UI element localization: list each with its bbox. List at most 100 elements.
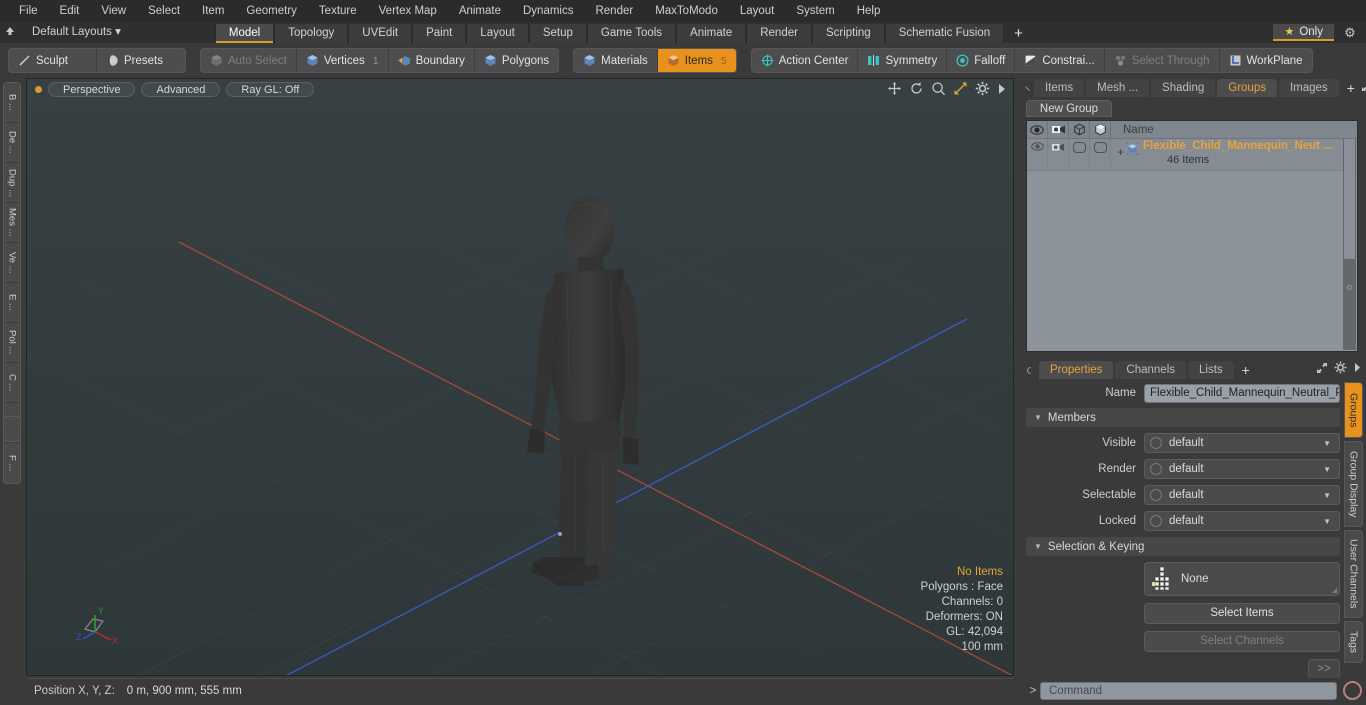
left-tab-extra-box[interactable]	[3, 416, 21, 442]
popout-icon[interactable]	[1361, 80, 1366, 95]
add-properties-tab-button[interactable]: +	[1236, 361, 1256, 379]
visible-knob-icon[interactable]	[1150, 437, 1162, 449]
tab-groups[interactable]: Groups	[1217, 79, 1277, 97]
select-through-button[interactable]: Select Through	[1105, 49, 1220, 72]
groups-table-scrollbar[interactable]	[1343, 139, 1356, 350]
group-row-content[interactable]: + Flexible_Child_Mannequin_Neut ... 46 I…	[1111, 139, 1357, 170]
tab-properties[interactable]: Properties	[1039, 361, 1114, 379]
table-row[interactable]: + Flexible_Child_Mannequin_Neut ... 46 I…	[1027, 139, 1357, 171]
command-input[interactable]: Command	[1040, 681, 1337, 700]
viewport-raygl-button[interactable]: Ray GL: Off	[226, 82, 315, 97]
selection-keying-section-header[interactable]: ▼ Selection & Keying	[1026, 537, 1340, 556]
expand-toggle[interactable]: +	[1117, 146, 1124, 158]
render-knob-icon[interactable]	[1150, 463, 1162, 475]
workplane-button[interactable]: WorkPlane	[1220, 49, 1312, 72]
tab-game-tools[interactable]: Game Tools	[586, 24, 677, 43]
row-visible-eye-icon[interactable]	[1027, 139, 1048, 170]
viewport-menu-dot-icon[interactable]	[35, 86, 42, 93]
menu-item-texture[interactable]: Texture	[308, 0, 368, 22]
render-camera-icon[interactable]	[1048, 121, 1069, 138]
auto-select-button[interactable]: Auto Select	[201, 49, 297, 72]
tab-items[interactable]: Items	[1034, 79, 1085, 97]
row-shaded-toggle[interactable]	[1090, 139, 1111, 170]
tab-topology[interactable]: Topology	[274, 24, 349, 43]
selectable-knob-icon[interactable]	[1150, 489, 1162, 501]
items-button[interactable]: Items 5	[657, 49, 736, 72]
shaded-cube-icon[interactable]	[1090, 121, 1111, 138]
render-dropdown[interactable]: default ▼	[1144, 459, 1340, 479]
menu-item-system[interactable]: System	[785, 0, 845, 22]
menu-item-help[interactable]: Help	[846, 0, 892, 22]
menu-item-animate[interactable]: Animate	[448, 0, 512, 22]
only-toggle-button[interactable]: ★ Only	[1273, 24, 1334, 41]
new-group-button[interactable]: New Group	[1026, 100, 1112, 117]
chevron-right-icon[interactable]	[997, 82, 1007, 99]
side-tab-group-display[interactable]: Group Display	[1344, 441, 1363, 527]
add-panel-tab-button[interactable]: +	[1341, 79, 1361, 97]
tab-animate[interactable]: Animate	[676, 24, 747, 43]
record-icon[interactable]	[1343, 681, 1362, 700]
tab-channels[interactable]: Channels	[1115, 361, 1187, 379]
tab-schematic-fusion[interactable]: Schematic Fusion	[884, 24, 1005, 43]
select-channels-button[interactable]: Select Channels	[1144, 630, 1340, 652]
scrollbar-resize-dot[interactable]	[1347, 285, 1352, 290]
left-tab-curve[interactable]: C ...	[4, 363, 20, 403]
fit-icon[interactable]	[953, 81, 968, 99]
viewport-view-mode-button[interactable]: Perspective	[48, 82, 136, 97]
tab-uvedit[interactable]: UVEdit	[348, 24, 413, 43]
default-layouts-dropdown[interactable]: Default Layouts ▾	[24, 23, 129, 42]
side-tab-groups[interactable]: Groups	[1344, 382, 1363, 438]
scrollbar-thumb[interactable]	[1344, 139, 1355, 259]
menu-item-vertex-map[interactable]: Vertex Map	[368, 0, 448, 22]
name-field[interactable]: Flexible_Child_Mannequin_Neutral_Po	[1144, 383, 1340, 403]
left-tab-fusion[interactable]: F ...	[4, 443, 20, 483]
tab-layout[interactable]: Layout	[466, 24, 529, 43]
gear-icon[interactable]: ⚙	[1338, 25, 1362, 41]
select-items-button[interactable]: Select Items	[1144, 602, 1340, 624]
menu-item-maxtomodo[interactable]: MaxToModo	[644, 0, 729, 22]
left-tab-edge[interactable]: E ...	[4, 283, 20, 323]
popout-icon[interactable]	[1316, 362, 1328, 377]
rotate-icon[interactable]	[909, 81, 924, 99]
tab-shading[interactable]: Shading	[1151, 79, 1216, 97]
action-center-button[interactable]: Action Center	[752, 49, 859, 72]
panel-menu-icon[interactable]	[1025, 365, 1036, 376]
visible-eye-icon[interactable]	[1027, 121, 1048, 138]
menu-item-edit[interactable]: Edit	[49, 0, 91, 22]
menu-item-layout[interactable]: Layout	[729, 0, 786, 22]
left-tab-polygon[interactable]: Pol ...	[4, 323, 20, 363]
constraint-button[interactable]: Constrai...	[1015, 49, 1105, 72]
side-tab-user-channels[interactable]: User Channels	[1344, 530, 1363, 618]
tab-render[interactable]: Render	[746, 24, 812, 43]
groups-table[interactable]: Name + Flexible_Child_Mannequin_Neut ...…	[1026, 120, 1358, 352]
panel-menu-icon[interactable]	[1024, 85, 1032, 92]
tab-model[interactable]: Model	[214, 24, 275, 43]
resize-corner-icon[interactable]	[1332, 588, 1337, 593]
locked-knob-icon[interactable]	[1150, 515, 1162, 527]
menu-item-dynamics[interactable]: Dynamics	[512, 0, 584, 22]
menu-item-file[interactable]: File	[8, 0, 49, 22]
polygons-button[interactable]: Polygons	[475, 49, 558, 72]
tab-paint[interactable]: Paint	[412, 24, 467, 43]
chevron-right-icon[interactable]	[1353, 362, 1361, 376]
menu-item-select[interactable]: Select	[137, 0, 191, 22]
row-render-camera-icon[interactable]	[1048, 139, 1069, 170]
add-tab-button[interactable]: +	[1004, 24, 1033, 43]
left-tab-mesh[interactable]: Mes ...	[4, 203, 20, 243]
gear-icon[interactable]	[975, 81, 990, 99]
menu-item-view[interactable]: View	[90, 0, 137, 22]
more-options-button[interactable]: >>	[1308, 658, 1340, 680]
menu-item-item[interactable]: Item	[191, 0, 235, 22]
tab-scripting[interactable]: Scripting	[811, 24, 885, 43]
left-tab-duplicate[interactable]: Dup ...	[4, 163, 20, 203]
boundary-button[interactable]: Boundary	[389, 49, 475, 72]
move-icon[interactable]	[887, 81, 902, 99]
menu-item-render[interactable]: Render	[584, 0, 644, 22]
vertices-button[interactable]: Vertices 1	[297, 49, 389, 72]
selectable-dropdown[interactable]: default ▼	[1144, 485, 1340, 505]
selection-set-picker[interactable]: None	[1144, 562, 1340, 596]
members-section-header[interactable]: ▼ Members	[1026, 408, 1340, 427]
materials-button[interactable]: Materials	[574, 49, 658, 72]
presets-button[interactable]: Presets	[97, 49, 185, 72]
visible-dropdown[interactable]: default ▼	[1144, 433, 1340, 453]
